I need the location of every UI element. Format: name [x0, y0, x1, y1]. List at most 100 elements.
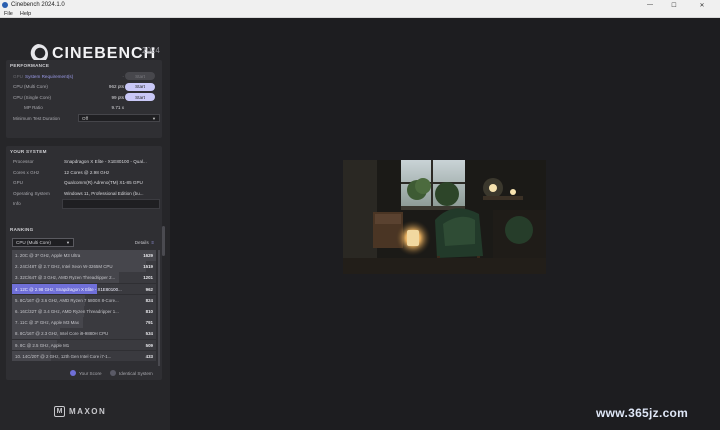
ranking-row-score: 1519: [143, 264, 153, 270]
render-scene-image: [343, 160, 546, 274]
sidebar: CINEBENCH 2024 PERFORMANCE GPU System Re…: [0, 18, 170, 430]
sidebar-scrollbar[interactable]: [162, 226, 165, 256]
ranking-row[interactable]: 4. 12C @ 2.98 GHz, Snapdragon X Elite - …: [12, 283, 156, 295]
ranking-row-name: 3. 32C/64T @ 3 GHz, AMD Ryzen Threadripp…: [15, 275, 116, 281]
cpu-multi-score: 962 pts: [108, 84, 124, 90]
cpu-single-label: CPU (Single Core): [13, 94, 52, 100]
maxon-logo: M MAXON: [54, 406, 106, 417]
os-label: Operating System: [13, 190, 50, 196]
your-score-dot: [70, 370, 76, 376]
menu-file[interactable]: File: [4, 11, 13, 17]
mp-ratio-value: 9.71 x: [111, 105, 124, 111]
min-duration-label: Minimum Test Duration: [13, 115, 60, 121]
ranking-row-score: 1201: [143, 275, 153, 281]
title-bar: Cinebench 2024.1.0 — ☐ ✕: [0, 0, 720, 10]
ranking-row-score: 824: [145, 297, 153, 303]
details-label: Details: [134, 240, 149, 245]
render-preview: [343, 160, 546, 274]
menu-bar: File Help: [0, 10, 720, 18]
legend-your-score: Your Score: [70, 370, 102, 376]
ranking-row[interactable]: 7. 11C @ 3* GHz, Apple M3 Max 791: [12, 317, 156, 328]
ranking-row-score: 534: [145, 331, 153, 337]
ranking-row[interactable]: 8. 8C/16T @ 2.3 GHz, Intel Core i9-9880H…: [12, 328, 156, 340]
info-row: Info: [6, 199, 162, 210]
ranking-row[interactable]: 3. 32C/64T @ 3 GHz, AMD Ryzen Threadripp…: [12, 272, 156, 284]
ranking-row-name: 2. 24C/48T @ 2.7 GHz, Intel Xeon W-3265M…: [15, 264, 113, 270]
ranking-row-name: 5. 8C/16T @ 3.6 GHz, AMD Ryzen 7 5800X 8…: [15, 297, 119, 303]
mp-ratio-row: MP Ratio 9.71 x: [6, 103, 162, 114]
performance-panel: PERFORMANCE GPU System Requirement(s) - …: [6, 60, 162, 138]
minimize-button[interactable]: —: [640, 0, 660, 10]
ranking-row[interactable]: 2. 24C/48T @ 2.7 GHz, Intel Xeon W-3265M…: [12, 261, 156, 272]
ranking-row-name: 9. 8C @ 2.5 GHz, Apple M1: [15, 342, 70, 348]
ranking-scrollbar[interactable]: [158, 250, 160, 366]
performance-title: PERFORMANCE: [10, 63, 50, 68]
cores-value: 12 Cores @ 2.98 GHz: [64, 169, 110, 175]
legend-your-score-label: Your Score: [79, 370, 102, 376]
gpu-info-label: GPU: [13, 180, 23, 185]
os-value: Windows 11, Professional Edition (bu...: [64, 190, 144, 196]
cpu-single-start-button[interactable]: Start: [125, 93, 155, 102]
min-duration-row: Minimum Test Duration Off ▼: [6, 113, 162, 124]
cpu-multi-label: CPU (Multi Core): [13, 84, 48, 90]
ranking-list: 1. 20C @ 3* GHz, Apple M3 Ultra 1629 2. 24…: [12, 250, 156, 362]
maximize-button[interactable]: ☐: [664, 0, 684, 10]
close-button[interactable]: ✕: [692, 0, 712, 10]
ranking-row[interactable]: 5. 8C/16T @ 3.6 GHz, AMD Ryzen 7 5800X 8…: [12, 294, 156, 306]
ranking-row[interactable]: 6. 16C/32T @ 3.4 GHz, AMD Ryzen Threadri…: [12, 305, 156, 317]
info-input[interactable]: [62, 199, 160, 209]
ranking-row-name: 10. 14C/20T @ 2 GHz, 12th Gen Intel Core…: [15, 353, 112, 359]
system-requirements-link[interactable]: System Requirement(s): [25, 74, 73, 79]
ranking-controls: CPU (Multi Core) ▼ Details ≡: [6, 235, 162, 249]
ranking-row-score: 509: [145, 342, 153, 348]
cpu-single-score: 99 pts: [111, 94, 124, 100]
ranking-row-name: 6. 16C/32T @ 3.4 GHz, AMD Ryzen Threadri…: [15, 308, 119, 314]
gpu-row: GPU System Requirement(s) - Start: [6, 71, 162, 82]
watermark-text: www.365jz.com: [596, 406, 689, 420]
ranking-row-name: 4. 12C @ 2.98 GHz, Snapdragon X Elite - …: [15, 286, 122, 292]
legend-identical-label: Identical System: [119, 370, 153, 376]
ranking-category-select[interactable]: CPU (Multi Core) ▼: [12, 238, 74, 247]
ranking-panel: RANKING CPU (Multi Core) ▼ Details ≡ 1. …: [6, 224, 162, 380]
processor-row: Processor Snapdragon X Elite - X1E80100 …: [6, 157, 162, 168]
cpu-multi-start-button[interactable]: Start: [125, 82, 155, 91]
min-duration-select[interactable]: Off ▼: [78, 114, 160, 123]
legend-identical: Identical System: [110, 370, 153, 376]
version-label: 2024: [142, 46, 160, 55]
ranking-row[interactable]: 9. 8C @ 2.5 GHz, Apple M1 509: [12, 339, 156, 351]
chevron-down-icon: ▼: [66, 240, 70, 245]
maxon-icon: M: [54, 406, 65, 417]
maxon-text: MAXON: [69, 407, 107, 416]
cores-row: Cores x GHz 12 Cores @ 2.98 GHz: [6, 168, 162, 179]
gpu-label: GPU: [13, 73, 23, 79]
processor-label: Processor: [13, 159, 34, 164]
window-title: Cinebench 2024.1.0: [11, 2, 65, 8]
ranking-row[interactable]: 10. 14C/20T @ 2 GHz, 12th Gen Intel Core…: [12, 350, 156, 362]
ranking-row-score: 791: [145, 320, 153, 326]
os-row: Operating System Windows 11, Professiona…: [6, 189, 162, 200]
details-toggle[interactable]: Details ≡: [135, 240, 154, 245]
ranking-row-name: 8. 8C/16T @ 2.3 GHz, Intel Core i9-9880H…: [15, 331, 109, 337]
info-label: Info: [13, 201, 21, 206]
ranking-row-score: 1629: [143, 253, 153, 258]
system-panel: YOUR SYSTEM Processor Snapdragon X Elite…: [6, 146, 162, 234]
cpu-multi-row: CPU (Multi Core) 962 pts Start: [6, 82, 162, 93]
ranking-legend: Your Score Identical System: [6, 368, 162, 378]
filter-icon: ≡: [150, 240, 154, 245]
processor-value: Snapdragon X Elite - X1E80100 - Qual...: [64, 159, 147, 164]
gpu-info-row: GPU Qualcomm(R) Adreno(TM) X1-85 GPU: [6, 178, 162, 189]
gpu-dash: -: [122, 73, 124, 79]
ranking-row-score: 962: [145, 286, 153, 292]
cpu-single-row: CPU (Single Core) 99 pts Start: [6, 92, 162, 103]
mp-ratio-label: MP Ratio: [24, 105, 43, 111]
ranking-row-name: 7. 11C @ 3* GHz, Apple M3 Max: [15, 320, 79, 326]
ranking-row-score: 433: [145, 353, 153, 359]
menu-help[interactable]: Help: [20, 11, 31, 17]
ranking-row-name: 1. 20C @ 3* GHz, Apple M3 Ultra: [15, 253, 81, 258]
gpu-start-button[interactable]: Start: [125, 72, 155, 81]
ranking-row-score: 810: [145, 308, 153, 314]
app-icon: [2, 2, 8, 8]
ranking-row[interactable]: 1. 20C @ 3* GHz, Apple M3 Ultra 1629: [12, 250, 156, 261]
gpu-info-value: Qualcomm(R) Adreno(TM) X1-85 GPU: [64, 180, 143, 185]
ranking-title: RANKING: [10, 227, 34, 232]
